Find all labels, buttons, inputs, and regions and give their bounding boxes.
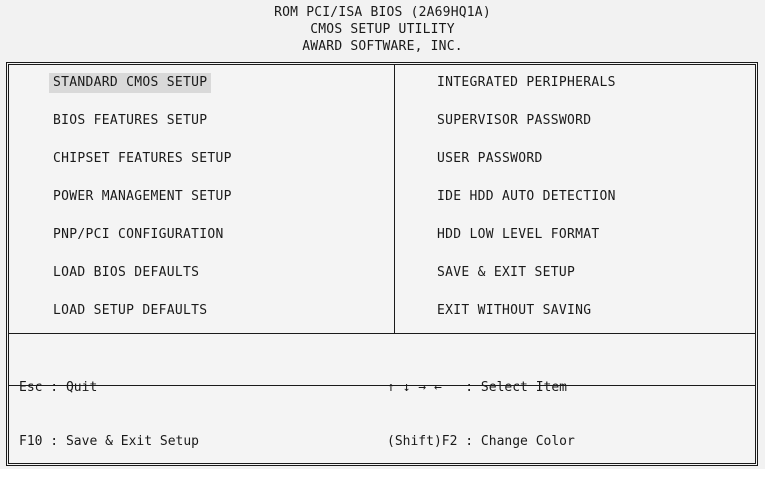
- menu-column-right: INTEGRATED PERIPHERALS SUPERVISOR PASSWO…: [433, 73, 620, 339]
- menu-item-label: LOAD SETUP DEFAULTS: [53, 303, 208, 318]
- utility-title: CMOS SETUP UTILITY: [310, 22, 455, 37]
- menu-column-left: STANDARD CMOS SETUP BIOS FEATURES SETUP …: [49, 73, 236, 339]
- menu-item-label: IDE HDD AUTO DETECTION: [437, 189, 616, 204]
- bios-version-title: ROM PCI/ISA BIOS (2A69HQ1A): [274, 5, 491, 20]
- menu-item-label: CHIPSET FEATURES SETUP: [53, 151, 232, 166]
- bios-header: ROM PCI/ISA BIOS (2A69HQ1A) CMOS SETUP U…: [0, 0, 765, 62]
- menu-item-label: SUPERVISOR PASSWORD: [437, 113, 592, 128]
- menu-item-label: PNP/PCI CONFIGURATION: [53, 227, 224, 242]
- menu-item-label: SAVE & EXIT SETUP: [437, 265, 576, 280]
- menu-item-label: EXIT WITHOUT SAVING: [437, 303, 592, 318]
- setup-main-panel: STANDARD CMOS SETUP BIOS FEATURES SETUP …: [6, 62, 758, 466]
- menu-item-label: USER PASSWORD: [437, 151, 543, 166]
- menu-item-label: HDD LOW LEVEL FORMAT: [437, 227, 600, 242]
- item-description-area: [9, 386, 755, 463]
- menu-item-load-bios-defaults[interactable]: LOAD BIOS DEFAULTS: [49, 263, 236, 301]
- bios-screen: ROM PCI/ISA BIOS (2A69HQ1A) CMOS SETUP U…: [0, 0, 765, 469]
- column-divider: [394, 65, 395, 333]
- menu-item-hdd-low-level-format[interactable]: HDD LOW LEVEL FORMAT: [433, 225, 620, 263]
- menu-item-user-password[interactable]: USER PASSWORD: [433, 149, 620, 187]
- menu-item-label: POWER MANAGEMENT SETUP: [53, 189, 232, 204]
- menu-item-label: LOAD BIOS DEFAULTS: [53, 265, 200, 280]
- menu-item-pnp-pci-configuration[interactable]: PNP/PCI CONFIGURATION: [49, 225, 236, 263]
- menu-item-integrated-peripherals[interactable]: INTEGRATED PERIPHERALS: [433, 73, 620, 111]
- menu-item-power-management-setup[interactable]: POWER MANAGEMENT SETUP: [49, 187, 236, 225]
- menu-item-label: INTEGRATED PERIPHERALS: [437, 75, 616, 90]
- setup-menu: STANDARD CMOS SETUP BIOS FEATURES SETUP …: [9, 65, 755, 334]
- menu-item-supervisor-password[interactable]: SUPERVISOR PASSWORD: [433, 111, 620, 149]
- menu-item-chipset-features-setup[interactable]: CHIPSET FEATURES SETUP: [49, 149, 236, 187]
- vendor-name: AWARD SOFTWARE, INC.: [302, 39, 463, 54]
- menu-item-ide-hdd-auto-detection[interactable]: IDE HDD AUTO DETECTION: [433, 187, 620, 225]
- menu-item-bios-features-setup[interactable]: BIOS FEATURES SETUP: [49, 111, 236, 149]
- menu-item-standard-cmos-setup[interactable]: STANDARD CMOS SETUP: [49, 73, 236, 111]
- menu-item-label: STANDARD CMOS SETUP: [49, 73, 212, 93]
- key-help-bar: Esc : Quit F10 : Save & Exit Setup ↑ ↓ →…: [9, 333, 755, 449]
- menu-item-label: BIOS FEATURES SETUP: [53, 113, 208, 128]
- menu-item-save-exit-setup[interactable]: SAVE & EXIT SETUP: [433, 263, 620, 301]
